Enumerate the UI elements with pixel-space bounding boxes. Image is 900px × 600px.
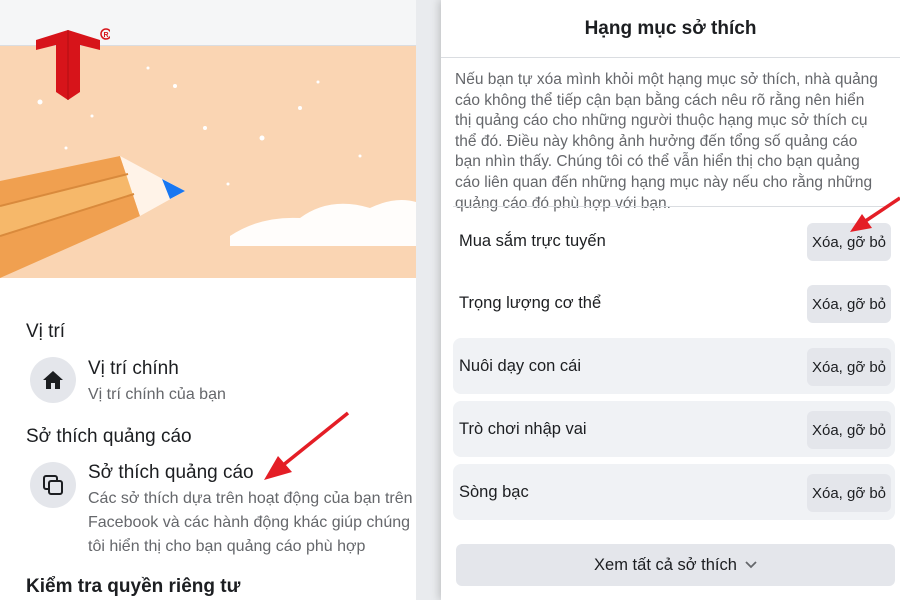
see-all-label: Xem tất cả sở thích: [594, 555, 737, 574]
chevron-down-icon: [745, 561, 757, 569]
primary-location-subtitle: Vị trí chính của bạn: [88, 386, 226, 403]
screenshot-stage: R Vị trí Vị trí chính Vị trí chính của b…: [0, 0, 900, 600]
interest-row-online-shopping: Mua sắm trực tuyến Xóa, gỡ bỏ: [453, 213, 895, 269]
primary-location-title[interactable]: Vị trí chính: [88, 358, 179, 380]
interest-label: Sòng bạc: [459, 483, 529, 501]
remove-interest-button[interactable]: Xóa, gỡ bỏ: [807, 348, 891, 386]
remove-interest-button[interactable]: Xóa, gỡ bỏ: [807, 411, 891, 449]
privacy-checkup-title[interactable]: Kiểm tra quyền riêng tư: [26, 576, 240, 598]
remove-interest-button[interactable]: Xóa, gỡ bỏ: [807, 474, 891, 512]
interest-row-casino: Sòng bạc Xóa, gỡ bỏ: [453, 464, 895, 520]
interest-row-role-playing-games: Trò chơi nhập vai Xóa, gỡ bỏ: [453, 401, 895, 457]
ad-interests-link[interactable]: Sở thích quảng cáo: [88, 462, 254, 484]
location-section-title: Vị trí: [26, 321, 66, 342]
stacked-pages-icon: [30, 462, 76, 508]
interest-row-body-weight: Trọng lượng cơ thể Xóa, gỡ bỏ: [453, 275, 895, 331]
divider: [453, 206, 887, 207]
dialog-title: Hạng mục sở thích: [441, 0, 900, 58]
remove-interest-button[interactable]: Xóa, gỡ bỏ: [807, 285, 891, 323]
svg-text:R: R: [103, 32, 108, 39]
dialog-description: Nếu bạn tự xóa mình khỏi một hạng mục sở…: [455, 71, 878, 212]
home-icon: [30, 357, 76, 403]
see-all-interests-button[interactable]: Xem tất cả sở thích: [456, 544, 895, 586]
interest-label: Mua sắm trực tuyến: [459, 232, 606, 250]
interest-label: Trọng lượng cơ thể: [459, 294, 602, 312]
ad-interests-description: Các sở thích dựa trên hoạt động của bạn …: [88, 490, 413, 555]
interest-label: Nuôi dạy con cái: [459, 357, 581, 375]
remove-interest-button[interactable]: Xóa, gỡ bỏ: [807, 223, 891, 261]
interest-categories-dialog: Hạng mục sở thích Nếu bạn tự xóa mình kh…: [441, 0, 900, 600]
ad-interests-section-title: Sở thích quảng cáo: [26, 426, 192, 447]
interest-row-parenting: Nuôi dạy con cái Xóa, gỡ bỏ: [453, 338, 895, 394]
brand-logo: R: [36, 28, 110, 100]
interest-label: Trò chơi nhập vai: [459, 420, 587, 438]
settings-panel: R Vị trí Vị trí chính Vị trí chính của b…: [0, 0, 416, 600]
